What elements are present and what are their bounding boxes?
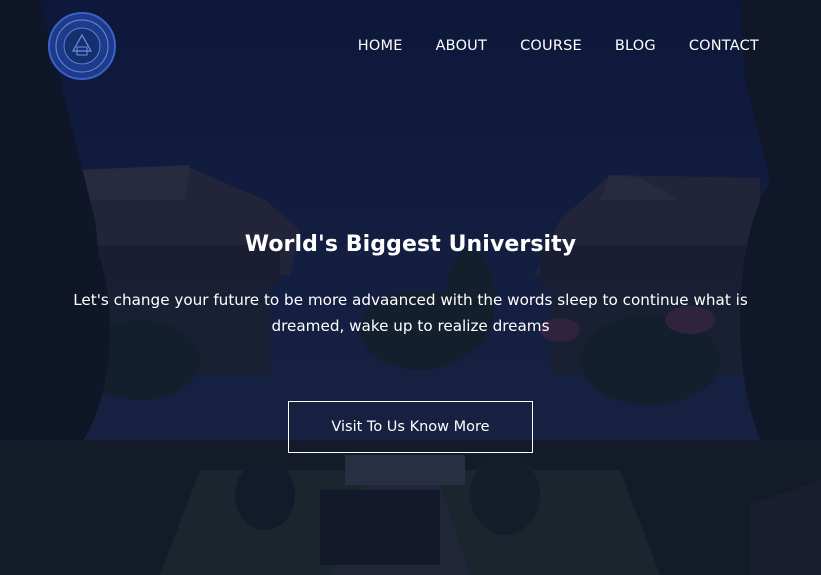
nav-home-link[interactable]: HOME (358, 38, 403, 54)
nav-course-link[interactable]: COURSE (520, 38, 582, 54)
hero-section: HOME ABOUT COURSE BLOG CONTACT World's B… (0, 0, 821, 575)
nav-blog-link[interactable]: BLOG (615, 38, 656, 54)
nav-about-link[interactable]: ABOUT (436, 38, 488, 54)
hero-content: World's Biggest University Let's change … (0, 232, 821, 339)
nav-contact-link[interactable]: CONTACT (689, 38, 759, 54)
hero-title: World's Biggest University (244, 232, 577, 257)
main-nav: HOME ABOUT COURSE BLOG CONTACT (358, 38, 759, 54)
visit-us-button[interactable]: Visit To Us Know More (288, 401, 533, 453)
university-seal-logo[interactable] (47, 11, 117, 81)
hero-subtitle: Let's change your future to be more adva… (73, 291, 748, 335)
